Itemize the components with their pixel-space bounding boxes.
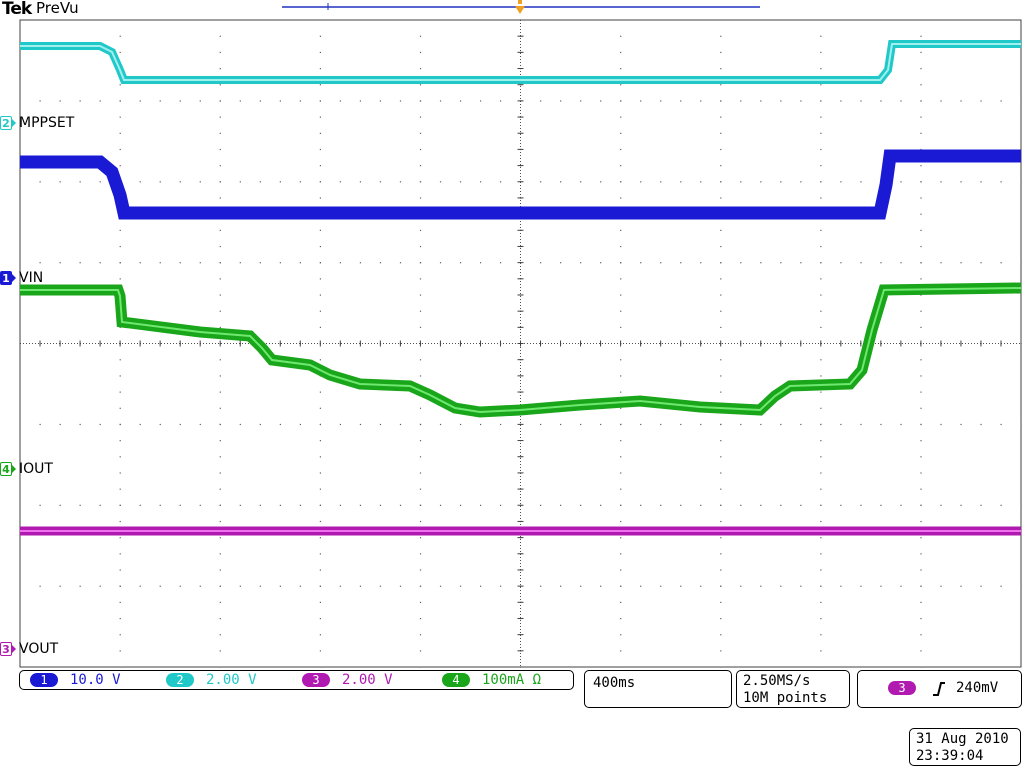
trigger-level: 240mV bbox=[956, 680, 999, 696]
channel-2-pill: 2 bbox=[166, 673, 194, 687]
sample-rate: 2.50MS/s bbox=[743, 673, 811, 689]
date-display: 31 Aug 2010 bbox=[916, 731, 1009, 747]
status-bar: 1 10.0 V 2 2.00 V 3 2.00 V 4 100mA Ω 400… bbox=[0, 668, 1024, 768]
channel-1-setting[interactable]: 1 10.0 V bbox=[30, 672, 121, 688]
record-length: 10M points bbox=[743, 690, 828, 706]
trigger-marker-stem bbox=[518, 0, 522, 4]
channel-1-pill: 1 bbox=[30, 673, 58, 687]
channel-settings-box: 1 10.0 V 2 2.00 V 3 2.00 V 4 100mA Ω bbox=[19, 670, 574, 690]
channel-3-marker-icon[interactable]: 3 bbox=[0, 642, 16, 656]
horizontal-scale-box[interactable]: 400ms bbox=[584, 670, 732, 708]
channel-2-scale: 2.00 V bbox=[206, 672, 257, 688]
acquisition-box[interactable]: 2.50MS/s 10M points bbox=[736, 670, 850, 708]
trigger-box[interactable]: 3 240mV bbox=[857, 670, 1022, 708]
trigger-source-pill: 3 bbox=[888, 681, 916, 695]
channel-3-label[interactable]: 3 VOUT bbox=[0, 641, 58, 657]
channel-1-marker-icon[interactable]: 1 bbox=[0, 271, 16, 285]
channel-3-name: VOUT bbox=[19, 641, 59, 657]
time-display: 23:39:04 bbox=[916, 748, 984, 764]
channel-2-name: MPPSET bbox=[19, 115, 75, 131]
channel-3-setting[interactable]: 3 2.00 V bbox=[302, 672, 393, 688]
date-time-box: 31 Aug 2010 23:39:04 bbox=[909, 728, 1021, 766]
channel-3-scale: 2.00 V bbox=[342, 672, 393, 688]
channel-4-pill: 4 bbox=[442, 673, 470, 687]
channel-1-scale: 10.0 V bbox=[70, 672, 121, 688]
rising-edge-icon bbox=[933, 682, 945, 696]
channel-1-name: VIN bbox=[19, 270, 44, 286]
channel-4-marker-icon[interactable]: 4 bbox=[0, 462, 16, 476]
channel-3-pill: 3 bbox=[302, 673, 330, 687]
channel-4-setting[interactable]: 4 100mA Ω bbox=[442, 672, 541, 688]
channel-1-label[interactable]: 1 VIN bbox=[0, 270, 43, 286]
channel-4-scale: 100mA Ω bbox=[482, 672, 542, 688]
channel-2-marker-icon[interactable]: 2 bbox=[0, 116, 16, 130]
channel-4-name: IOUT bbox=[19, 461, 53, 477]
channel-2-label[interactable]: 2 MPPSET bbox=[0, 115, 74, 131]
waveform-display[interactable] bbox=[0, 0, 1024, 668]
time-per-division: 400ms bbox=[593, 675, 636, 691]
channel-4-label[interactable]: 4 IOUT bbox=[0, 461, 53, 477]
trigger-position-icon[interactable] bbox=[515, 6, 525, 14]
channel-2-setting[interactable]: 2 2.00 V bbox=[166, 672, 257, 688]
